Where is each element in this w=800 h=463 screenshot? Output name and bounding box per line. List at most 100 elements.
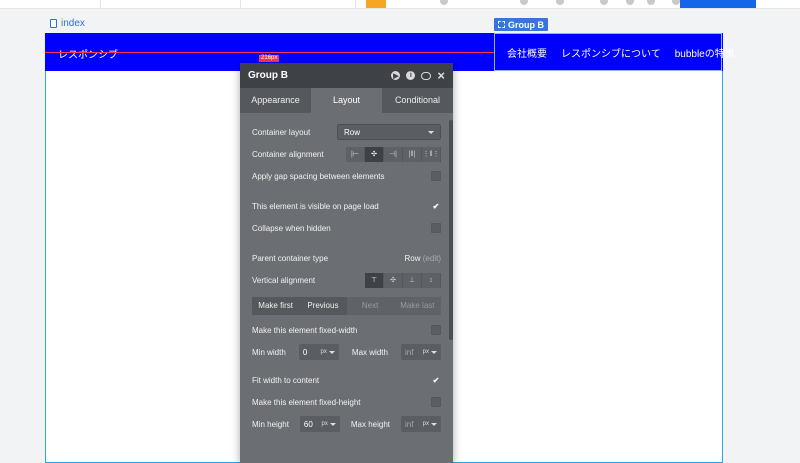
fit-width-row: Fit width to content ✔	[252, 369, 441, 391]
panel-scrollbar[interactable]	[449, 120, 453, 340]
header-nav: 会社概要 レスポンシブについて bubbleの特徴	[507, 45, 735, 60]
toolbar-divider	[100, 0, 101, 8]
min-width-input[interactable]: 0 px	[298, 344, 339, 360]
tab-conditional[interactable]: Conditional	[382, 88, 453, 113]
parent-container-type-value: Row	[404, 253, 421, 263]
max-height-input[interactable]: inf px	[400, 416, 441, 432]
gap-spacing-row: Apply gap spacing between elements	[252, 165, 441, 187]
visible-on-load-row: This element is visible on page load ✔	[252, 195, 441, 217]
container-alignment-label: Container alignment	[252, 149, 324, 159]
min-height-unit[interactable]: px	[322, 421, 328, 427]
next-button[interactable]: Next	[347, 297, 394, 315]
chevron-down-icon	[431, 350, 437, 354]
fixed-width-label: Make this element fixed-width	[252, 325, 358, 335]
page-index-link[interactable]: index	[50, 18, 85, 29]
collapse-hidden-label: Collapse when hidden	[252, 223, 331, 233]
gap-spacing-checkbox[interactable]	[431, 171, 441, 181]
panel-tabs: Appearance Layout Conditional	[240, 88, 453, 113]
selected-element-tag[interactable]: Group B	[494, 18, 548, 31]
redo-icon[interactable]	[647, 0, 655, 5]
min-width-unit[interactable]: px	[321, 349, 327, 355]
container-alignment-buttons: |⊢ ✣ ⊣| |‖| ⋮‖⋮	[346, 146, 441, 162]
align-left-icon[interactable]: |⊢	[346, 146, 365, 162]
toolbar-divider	[240, 0, 241, 8]
align-center-icon[interactable]: ✣	[365, 146, 384, 162]
toolbar-icon[interactable]	[520, 0, 528, 5]
tab-layout[interactable]: Layout	[311, 88, 382, 113]
collapse-hidden-row: Collapse when hidden	[252, 217, 441, 239]
comment-icon[interactable]	[421, 71, 432, 80]
undo-icon[interactable]	[626, 0, 634, 5]
fixed-height-row: Make this element fixed-height	[252, 391, 441, 413]
space-between-icon[interactable]: |‖|	[403, 146, 422, 162]
tab-appearance[interactable]: Appearance	[240, 88, 311, 113]
spacing-guide-line	[45, 52, 494, 53]
parent-container-edit-link[interactable]: (edit)	[423, 254, 441, 263]
width-range-row: Min width 0 px Max width inf px	[252, 341, 441, 363]
element-order-buttons: Make first Previous Next Make last	[252, 297, 441, 315]
collapse-hidden-checkbox[interactable]	[431, 223, 441, 233]
max-height-unit[interactable]: px	[423, 421, 429, 427]
toolbar-primary-button[interactable]	[680, 0, 756, 8]
fixed-height-label: Make this element fixed-height	[252, 397, 361, 407]
fit-width-label: Fit width to content	[252, 375, 320, 385]
max-height-label: Max height	[350, 419, 390, 429]
toolbar-divider	[355, 0, 356, 8]
page-icon	[50, 19, 57, 28]
gap-spacing-label: Apply gap spacing between elements	[252, 171, 385, 181]
container-alignment-row: Container alignment |⊢ ✣ ⊣| |‖| ⋮‖⋮	[252, 143, 441, 165]
fixed-width-checkbox[interactable]	[431, 325, 441, 335]
page-index-label: index	[61, 18, 85, 29]
nav-item-company[interactable]: 会社概要	[507, 45, 547, 60]
nav-item-features[interactable]: bubbleの特徴	[675, 45, 735, 60]
selection-icon	[498, 21, 505, 28]
chevron-down-icon	[428, 130, 434, 134]
min-height-value: 60	[303, 419, 313, 429]
toolbar-icon[interactable]	[440, 0, 448, 5]
min-width-value: 0	[302, 347, 308, 357]
toolbar-icon[interactable]	[556, 0, 564, 5]
chevron-down-icon	[430, 422, 437, 426]
align-bottom-icon[interactable]: ⊥	[403, 272, 422, 288]
fit-width-checkbox[interactable]: ✔	[431, 375, 441, 385]
min-height-input[interactable]: 60 px	[299, 416, 340, 432]
panel-header[interactable]: Group B ▶ i ×	[240, 63, 453, 88]
header-brand-text[interactable]: レスポンシブ	[58, 46, 118, 61]
height-range-row: Min height 60 px Max height inf px	[252, 413, 441, 435]
toolbar-orange-button[interactable]	[366, 0, 386, 8]
container-layout-label: Container layout	[252, 127, 311, 137]
max-width-value: inf	[405, 347, 414, 357]
align-middle-icon[interactable]: ✣	[384, 272, 403, 288]
fixed-height-checkbox[interactable]	[431, 397, 441, 407]
make-last-button[interactable]: Make last	[394, 297, 441, 315]
space-around-icon[interactable]: ⋮‖⋮	[422, 146, 441, 162]
min-height-label: Min height	[252, 419, 289, 429]
nav-item-responsive[interactable]: レスポンシブについて	[561, 45, 661, 60]
max-width-input[interactable]: inf px	[401, 344, 441, 360]
play-icon[interactable]: ▶	[391, 71, 401, 80]
max-width-unit[interactable]: px	[423, 349, 429, 355]
align-right-icon[interactable]: ⊣|	[384, 146, 403, 162]
visible-on-load-label: This element is visible on page load	[252, 201, 379, 211]
make-first-button[interactable]: Make first	[252, 297, 300, 315]
vertical-alignment-row: Vertical alignment ⊤ ✣ ⊥ ↕	[252, 269, 441, 291]
vertical-alignment-label: Vertical alignment	[252, 275, 316, 285]
top-toolbar	[0, 0, 800, 9]
parent-container-type-label: Parent container type	[252, 253, 329, 263]
close-icon[interactable]: ×	[437, 68, 445, 83]
panel-body: Container layout Row Container alignment…	[240, 113, 453, 435]
previous-button[interactable]: Previous	[299, 297, 347, 315]
spacing-badge: 216px	[259, 55, 280, 62]
container-layout-select[interactable]: Row	[337, 124, 441, 140]
panel-title: Group B	[248, 70, 288, 81]
property-editor-panel: Group B ▶ i × Appearance Layout Conditio…	[240, 63, 453, 463]
align-top-icon[interactable]: ⊤	[365, 272, 384, 288]
align-stretch-icon[interactable]: ↕	[422, 272, 441, 288]
visible-on-load-checkbox[interactable]: ✔	[431, 201, 441, 211]
max-height-value: inf	[404, 419, 414, 429]
max-width-label: Max width	[351, 347, 388, 357]
toolbar-icon[interactable]	[672, 0, 680, 5]
info-icon[interactable]: i	[406, 71, 416, 80]
toolbar-icon[interactable]	[600, 0, 608, 5]
container-layout-row: Container layout Row	[252, 121, 441, 143]
